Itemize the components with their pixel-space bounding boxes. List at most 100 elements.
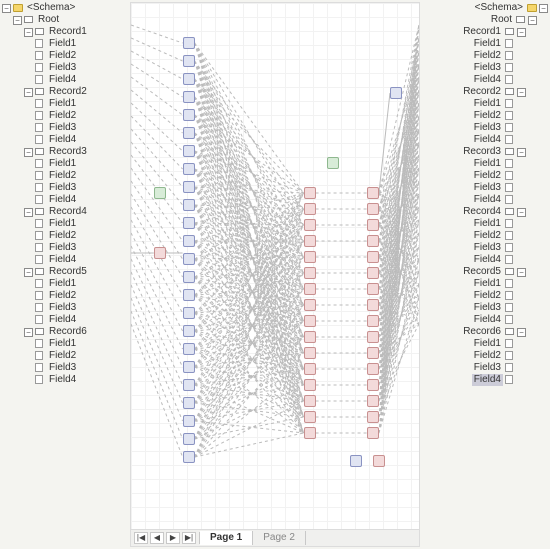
expander-icon[interactable]: −	[24, 28, 33, 37]
field-node-6-2[interactable]: Field2	[436, 350, 548, 362]
functoid-col2-9[interactable]	[304, 331, 316, 343]
expander-icon[interactable]: −	[517, 88, 526, 97]
record-node-5[interactable]: Record5−	[436, 266, 548, 278]
record-node-1[interactable]: Record1−	[436, 26, 548, 38]
functoid-col3-10[interactable]	[367, 347, 379, 359]
functoid-col1-5[interactable]	[183, 127, 195, 139]
expander-icon[interactable]: −	[539, 4, 548, 13]
field-node-5-3[interactable]: Field3	[2, 302, 114, 314]
functoid-col2-5[interactable]	[304, 267, 316, 279]
field-node-1-2[interactable]: Field2	[436, 50, 548, 62]
functoid-col1-4[interactable]	[183, 109, 195, 121]
field-node-5-2[interactable]: Field2	[436, 290, 548, 302]
field-node-3-2[interactable]: Field2	[2, 170, 114, 182]
field-node-3-1[interactable]: Field1	[436, 158, 548, 170]
functoid-col1-11[interactable]	[183, 235, 195, 247]
field-node-3-1[interactable]: Field1	[2, 158, 114, 170]
nav-next[interactable]: ▶	[166, 532, 180, 544]
functoid-col2-8[interactable]	[304, 315, 316, 327]
field-node-6-3[interactable]: Field3	[2, 362, 114, 374]
field-node-5-2[interactable]: Field2	[2, 290, 114, 302]
field-node-1-1[interactable]: Field1	[436, 38, 548, 50]
root-node[interactable]: Root−	[436, 14, 548, 26]
functoid-col1-21[interactable]	[183, 415, 195, 427]
functoid-col1-6[interactable]	[183, 145, 195, 157]
field-node-2-1[interactable]: Field1	[436, 98, 548, 110]
functoid-col2-2[interactable]	[304, 219, 316, 231]
record-node-4[interactable]: Record4−	[436, 206, 548, 218]
source-schema-tree[interactable]: −<Schema>−Root−Record1Field1Field2Field3…	[2, 2, 114, 386]
root-node[interactable]: −Root	[2, 14, 114, 26]
functoid-col1-8[interactable]	[183, 181, 195, 193]
field-node-5-3[interactable]: Field3	[436, 302, 548, 314]
functoid-col1-23[interactable]	[183, 451, 195, 463]
functoid-col3-1[interactable]	[367, 203, 379, 215]
record-node-6[interactable]: Record6−	[436, 326, 548, 338]
field-node-1-4[interactable]: Field4	[2, 74, 114, 86]
functoid-col2-3[interactable]	[304, 235, 316, 247]
functoid-col2-13[interactable]	[304, 395, 316, 407]
functoid-blue-right[interactable]	[390, 87, 402, 99]
field-node-6-2[interactable]: Field2	[2, 350, 114, 362]
functoid-col3-7[interactable]	[367, 299, 379, 311]
functoid-col2-4[interactable]	[304, 251, 316, 263]
field-node-5-1[interactable]: Field1	[436, 278, 548, 290]
field-node-6-4[interactable]: Field4	[2, 374, 114, 386]
record-node-3[interactable]: −Record3	[2, 146, 114, 158]
functoid-col1-18[interactable]	[183, 361, 195, 373]
page-tab-2[interactable]: Page 2	[253, 531, 306, 545]
field-node-2-3[interactable]: Field3	[2, 122, 114, 134]
functoid-col3-5[interactable]	[367, 267, 379, 279]
functoid-col1-7[interactable]	[183, 163, 195, 175]
expander-icon[interactable]: −	[517, 148, 526, 157]
field-node-6-1[interactable]: Field1	[2, 338, 114, 350]
field-node-4-2[interactable]: Field2	[2, 230, 114, 242]
schema-node[interactable]: −<Schema>	[2, 2, 114, 14]
field-node-6-3[interactable]: Field3	[436, 362, 548, 374]
record-node-4[interactable]: −Record4	[2, 206, 114, 218]
field-node-5-4[interactable]: Field4	[436, 314, 548, 326]
record-node-2[interactable]: Record2−	[436, 86, 548, 98]
functoid-col1-2[interactable]	[183, 73, 195, 85]
functoid-col2-7[interactable]	[304, 299, 316, 311]
field-node-5-1[interactable]: Field1	[2, 278, 114, 290]
field-node-2-3[interactable]: Field3	[436, 122, 548, 134]
functoid-pink-bottom[interactable]	[373, 455, 385, 467]
functoid-col1-19[interactable]	[183, 379, 195, 391]
functoid-col1-10[interactable]	[183, 217, 195, 229]
functoid-col3-9[interactable]	[367, 331, 379, 343]
functoid-col1-15[interactable]	[183, 307, 195, 319]
functoid-col1-14[interactable]	[183, 289, 195, 301]
mapping-canvas[interactable]	[130, 2, 420, 531]
expander-icon[interactable]: −	[517, 268, 526, 277]
expander-icon[interactable]: −	[13, 16, 22, 25]
functoid-col1-1[interactable]	[183, 55, 195, 67]
field-node-4-2[interactable]: Field2	[436, 230, 548, 242]
expander-icon[interactable]: −	[2, 4, 11, 13]
record-node-3[interactable]: Record3−	[436, 146, 548, 158]
field-node-4-1[interactable]: Field1	[436, 218, 548, 230]
expander-icon[interactable]: −	[24, 328, 33, 337]
expander-icon[interactable]: −	[24, 268, 33, 277]
functoid-col3-0[interactable]	[367, 187, 379, 199]
functoid-col2-1[interactable]	[304, 203, 316, 215]
field-node-5-4[interactable]: Field4	[2, 314, 114, 326]
functoid-col1-16[interactable]	[183, 325, 195, 337]
field-node-3-3[interactable]: Field3	[436, 182, 548, 194]
functoid-col2-10[interactable]	[304, 347, 316, 359]
field-node-1-2[interactable]: Field2	[2, 50, 114, 62]
field-node-3-3[interactable]: Field3	[2, 182, 114, 194]
expander-icon[interactable]: −	[517, 208, 526, 217]
field-node-1-3[interactable]: Field3	[436, 62, 548, 74]
field-node-1-1[interactable]: Field1	[2, 38, 114, 50]
nav-prev[interactable]: ◀	[150, 532, 164, 544]
record-node-6[interactable]: −Record6	[2, 326, 114, 338]
field-node-4-3[interactable]: Field3	[2, 242, 114, 254]
functoid-col3-3[interactable]	[367, 235, 379, 247]
record-node-5[interactable]: −Record5	[2, 266, 114, 278]
functoid-col2-12[interactable]	[304, 379, 316, 391]
record-node-1[interactable]: −Record1	[2, 26, 114, 38]
record-node-2[interactable]: −Record2	[2, 86, 114, 98]
functoid-col3-2[interactable]	[367, 219, 379, 231]
field-node-4-4[interactable]: Field4	[2, 254, 114, 266]
